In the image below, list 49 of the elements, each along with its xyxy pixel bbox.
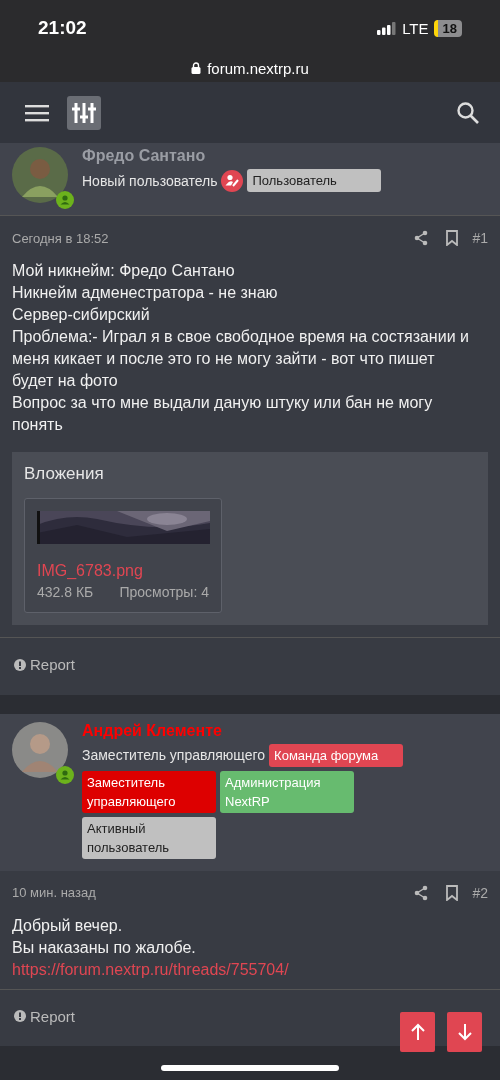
- author-name[interactable]: Андрей Клементе: [82, 721, 422, 740]
- url-text: forum.nextrp.ru: [207, 59, 309, 77]
- report-link[interactable]: Report: [14, 1007, 76, 1025]
- post-date[interactable]: Сегодня в 18:52: [12, 230, 109, 246]
- avatar[interactable]: [12, 147, 68, 203]
- bookmark-icon[interactable]: [446, 884, 459, 901]
- post-date[interactable]: 10 мин. назад: [12, 885, 96, 900]
- post-text: Никнейм адменестратора - не знаю: [12, 283, 279, 303]
- post-text: Вы наказаны по жалобе.: [12, 937, 197, 958]
- post-number[interactable]: #2: [472, 884, 488, 901]
- file-size: 432.8 КБ: [37, 584, 94, 600]
- post-text: Сервер-сибирский: [12, 305, 151, 325]
- role-tag: Пользователь: [247, 169, 382, 192]
- avatar[interactable]: [12, 721, 68, 778]
- bookmark-icon[interactable]: [446, 230, 459, 246]
- role-tag: Активный пользователь: [82, 816, 216, 859]
- arrow-up-icon: [409, 1023, 426, 1041]
- network-label: LTE: [402, 19, 429, 37]
- clock-time: 21:02: [38, 17, 87, 39]
- report-link[interactable]: Report: [14, 656, 76, 673]
- sliders-logo-icon[interactable]: [67, 95, 101, 130]
- lock-icon: [191, 62, 202, 74]
- alert-icon: [14, 1010, 26, 1022]
- attachment-card[interactable]: IMG_6783.png 432.8 КБ Просмотры: 4: [24, 498, 222, 613]
- post-text: Мой никнейм: Фредо Сантано: [12, 261, 236, 281]
- arrow-down-icon: [456, 1023, 473, 1041]
- post-text: Проблема:- Играл я в свое свободное время на состязании и меня кикает и после это го не могу зайти - вот что пишет будет на фото: [12, 327, 470, 391]
- view-count: Просмотры: 4: [119, 584, 209, 600]
- role-tag: Администрация NextRP: [220, 770, 354, 813]
- attachments-title: Вложения: [24, 464, 105, 484]
- menu-icon[interactable]: [25, 103, 49, 122]
- alert-icon: [14, 658, 26, 671]
- user-title: Новый пользователь: [82, 172, 218, 189]
- post-text: Добрый вечер.: [12, 915, 124, 936]
- author-name[interactable]: Фредо Сантано: [82, 147, 382, 165]
- post-text: Вопрос за что мне выдали даную штуку или бан не могу понять: [12, 393, 434, 435]
- user-title: Заместитель управляющего: [82, 747, 266, 763]
- scroll-up-button[interactable]: [400, 1012, 435, 1052]
- post-number[interactable]: #1: [472, 230, 488, 246]
- file-name-link[interactable]: IMG_6783.png: [37, 562, 209, 580]
- share-icon[interactable]: [414, 884, 429, 901]
- role-tag: Заместитель управляющего: [82, 770, 216, 813]
- share-icon[interactable]: [414, 230, 429, 246]
- search-icon[interactable]: [456, 100, 480, 125]
- signal-icon: [377, 21, 398, 35]
- thread-link[interactable]: https://forum.nextrp.ru/threads/755704/: [12, 958, 478, 981]
- battery-level: 18: [433, 19, 462, 37]
- role-tag: Команда форума: [269, 743, 404, 767]
- scroll-down-button[interactable]: [447, 1012, 482, 1052]
